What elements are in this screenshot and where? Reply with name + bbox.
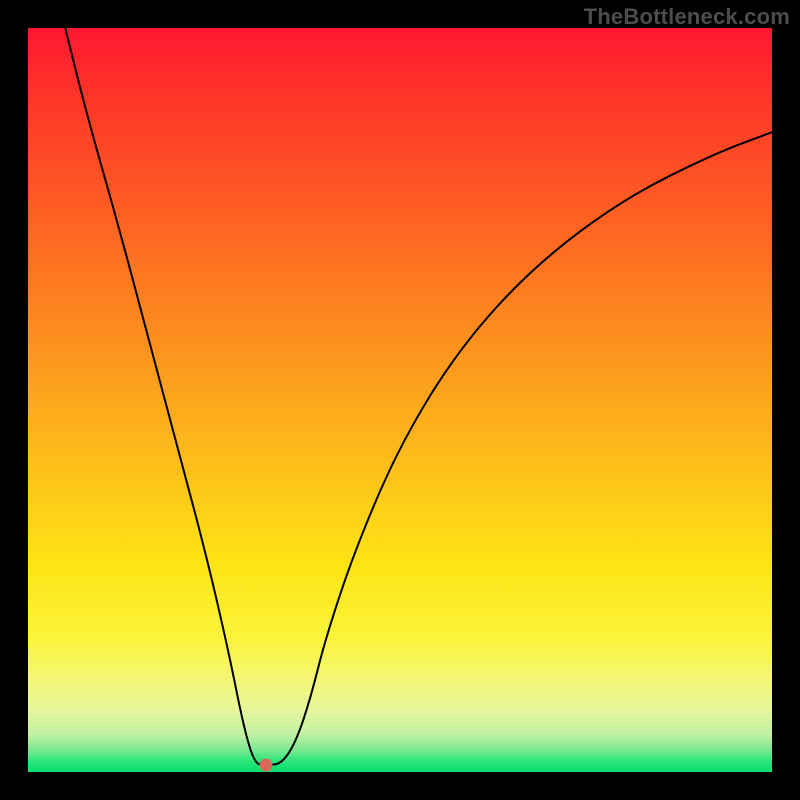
bottleneck-curve xyxy=(28,28,772,772)
plot-area xyxy=(28,28,772,772)
chart-frame: TheBottleneck.com xyxy=(0,0,800,800)
optimum-marker xyxy=(260,758,273,771)
watermark-text: TheBottleneck.com xyxy=(584,4,790,30)
